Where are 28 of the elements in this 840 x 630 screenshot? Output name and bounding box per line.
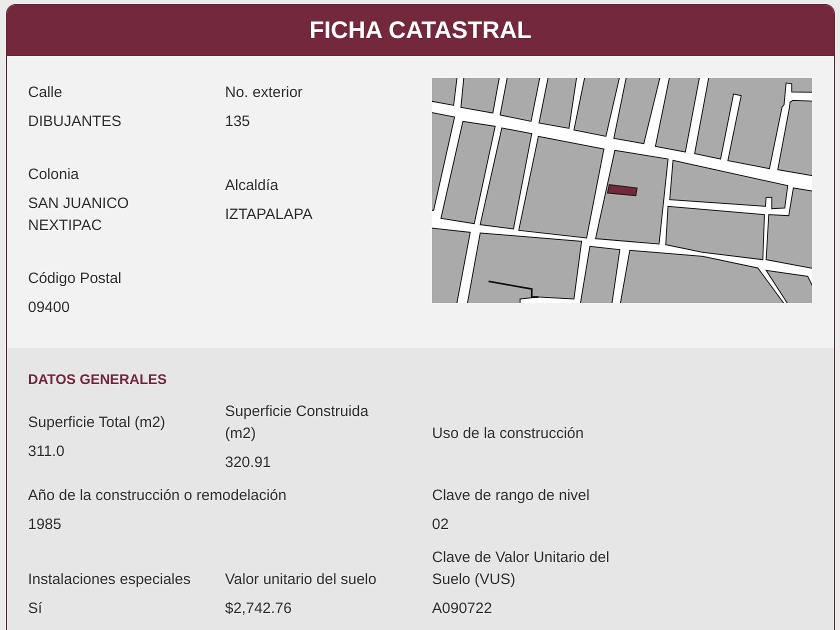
field-value: IZTAPALAPA: [225, 205, 314, 225]
field-label: Clave de Valor Unitario del Suelo (VUS): [432, 548, 610, 590]
field-value: 1985: [28, 515, 62, 535]
field-label: Uso de la construcción: [432, 424, 585, 444]
field-label: Superficie Total (m2): [28, 413, 166, 433]
field-value: 311.0: [28, 442, 66, 462]
field-value: 320.91: [225, 453, 272, 473]
field-label: Calle: [28, 83, 64, 103]
field-value: $2,742.76: [225, 599, 293, 619]
field-label: Instalaciones especiales: [28, 570, 192, 590]
page-title: FICHA CATASTRAL: [309, 18, 532, 42]
section-heading: DATOS GENERALES: [28, 370, 168, 389]
field-value: A090722: [432, 599, 494, 619]
field-value: 02: [432, 515, 450, 535]
field-value: Sí: [28, 599, 44, 619]
field-label: Superficie Construida (m2): [225, 402, 370, 444]
field-label: Clave de rango de nivel: [432, 486, 591, 506]
field-value: 09400: [28, 298, 71, 318]
field-label: No. exterior: [225, 83, 304, 103]
field-value: DIBUJANTES: [28, 112, 122, 132]
field-value: 135: [225, 112, 252, 132]
field-label: Colonia: [28, 165, 80, 185]
field-value: SAN JUANICO NEXTIPAC: [28, 194, 130, 236]
parcel-marker: [606, 184, 638, 196]
field-label: Año de la construcción o remodelación: [28, 486, 288, 506]
field-label: Valor unitario del suelo: [225, 570, 378, 590]
field-label: Código Postal: [28, 269, 122, 289]
field-label: Alcaldía: [225, 176, 280, 196]
